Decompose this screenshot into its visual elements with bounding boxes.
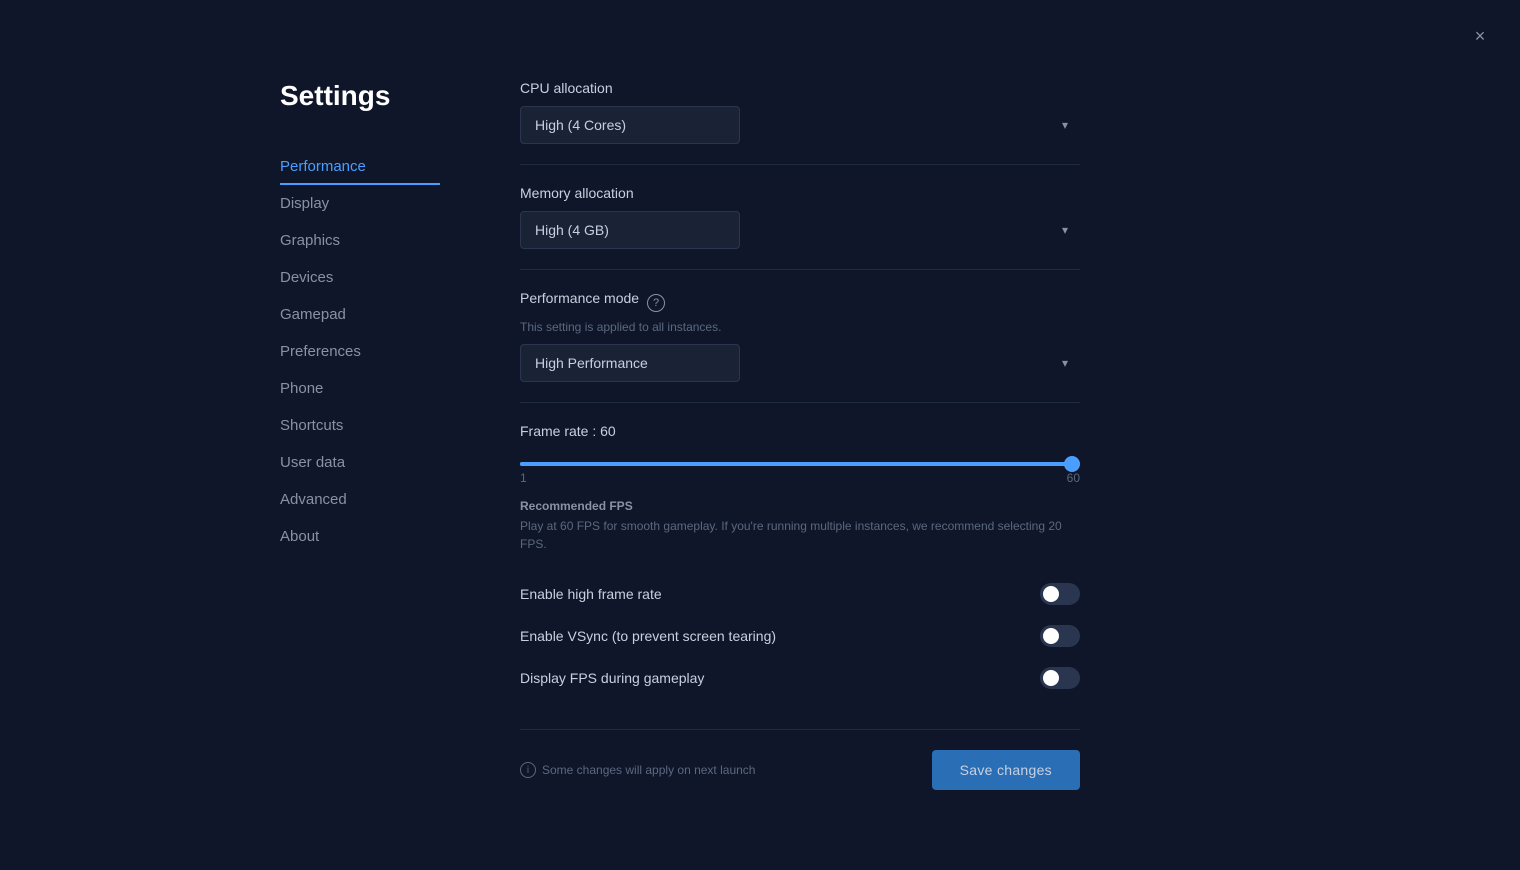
- sidebar-item-performance[interactable]: Performance: [280, 148, 440, 185]
- settings-container: Settings PerformanceDisplayGraphicsDevic…: [0, 0, 1520, 790]
- toggle-row-display-fps: Display FPS during gameplay: [520, 657, 1080, 699]
- performance-mode-wrapper: Power SavingBalancedHigh PerformanceUltr…: [520, 344, 1080, 382]
- cpu-allocation-label: CPU allocation: [520, 80, 1080, 96]
- performance-mode-label-row: Performance mode ?: [520, 290, 1080, 316]
- close-icon: ×: [1475, 26, 1486, 47]
- toggle-display-fps[interactable]: [1040, 667, 1080, 689]
- sidebar: PerformanceDisplayGraphicsDevicesGamepad…: [280, 148, 440, 555]
- toggle-high-frame-rate[interactable]: [1040, 583, 1080, 605]
- toggle-row-vsync: Enable VSync (to prevent screen tearing): [520, 615, 1080, 657]
- page-title: Settings: [280, 80, 440, 112]
- divider-2: [520, 269, 1080, 270]
- sidebar-item-shortcuts[interactable]: Shortcuts: [280, 407, 440, 444]
- toggles-section: Enable high frame rate Enable VSync (to p…: [520, 573, 1080, 699]
- performance-mode-section: Performance mode ? This setting is appli…: [520, 290, 1080, 382]
- sidebar-item-user-data[interactable]: User data: [280, 444, 440, 481]
- toggle-label-high-frame-rate: Enable high frame rate: [520, 586, 662, 602]
- performance-mode-subtext: This setting is applied to all instances…: [520, 320, 1080, 334]
- performance-mode-label: Performance mode: [520, 290, 639, 306]
- divider-1: [520, 164, 1080, 165]
- footer-bar: i Some changes will apply on next launch…: [520, 729, 1080, 790]
- close-button[interactable]: ×: [1464, 20, 1496, 52]
- divider-3: [520, 402, 1080, 403]
- frame-rate-section: Frame rate : 60 1 60 Recommended FPS Pla…: [520, 423, 1080, 553]
- frame-rate-slider[interactable]: [520, 462, 1080, 466]
- chevron-down-icon: ▾: [1062, 118, 1068, 132]
- footer-note-text: Some changes will apply on next launch: [542, 763, 755, 777]
- sidebar-item-advanced[interactable]: Advanced: [280, 481, 440, 518]
- memory-allocation-section: Memory allocation Low (1 GB)Medium (2 GB…: [520, 185, 1080, 249]
- toggle-vsync[interactable]: [1040, 625, 1080, 647]
- sidebar-item-devices[interactable]: Devices: [280, 259, 440, 296]
- save-changes-button[interactable]: Save changes: [932, 750, 1080, 790]
- sidebar-item-about[interactable]: About: [280, 518, 440, 555]
- performance-mode-select[interactable]: Power SavingBalancedHigh PerformanceUltr…: [520, 344, 740, 382]
- toggle-label-vsync: Enable VSync (to prevent screen tearing): [520, 628, 776, 644]
- toggle-label-display-fps: Display FPS during gameplay: [520, 670, 704, 686]
- recommended-fps-title: Recommended FPS: [520, 499, 1080, 513]
- chevron-down-icon: ▾: [1062, 223, 1068, 237]
- left-panel: Settings PerformanceDisplayGraphicsDevic…: [280, 80, 440, 790]
- slider-max-label: 60: [1067, 471, 1080, 485]
- cpu-allocation-wrapper: Low (1 Core)Medium (2 Cores)High (4 Core…: [520, 106, 1080, 144]
- cpu-allocation-select[interactable]: Low (1 Core)Medium (2 Cores)High (4 Core…: [520, 106, 740, 144]
- slider-range-labels: 1 60: [520, 471, 1080, 485]
- main-content: CPU allocation Low (1 Core)Medium (2 Cor…: [520, 80, 1080, 790]
- memory-allocation-wrapper: Low (1 GB)Medium (2 GB)High (4 GB)Ultra …: [520, 211, 1080, 249]
- sidebar-item-gamepad[interactable]: Gamepad: [280, 296, 440, 333]
- memory-allocation-label: Memory allocation: [520, 185, 1080, 201]
- info-icon: i: [520, 762, 536, 778]
- footer-note: i Some changes will apply on next launch: [520, 762, 755, 778]
- sidebar-item-display[interactable]: Display: [280, 185, 440, 222]
- chevron-down-icon: ▾: [1062, 356, 1068, 370]
- help-icon[interactable]: ?: [647, 294, 665, 312]
- cpu-allocation-section: CPU allocation Low (1 Core)Medium (2 Cor…: [520, 80, 1080, 144]
- memory-allocation-select[interactable]: Low (1 GB)Medium (2 GB)High (4 GB)Ultra …: [520, 211, 740, 249]
- recommended-fps-text: Play at 60 FPS for smooth gameplay. If y…: [520, 517, 1080, 553]
- sidebar-item-graphics[interactable]: Graphics: [280, 222, 440, 259]
- sidebar-item-preferences[interactable]: Preferences: [280, 333, 440, 370]
- slider-min-label: 1: [520, 471, 527, 485]
- frame-rate-label: Frame rate : 60: [520, 423, 1080, 439]
- sidebar-item-phone[interactable]: Phone: [280, 370, 440, 407]
- toggle-row-high-frame-rate: Enable high frame rate: [520, 573, 1080, 615]
